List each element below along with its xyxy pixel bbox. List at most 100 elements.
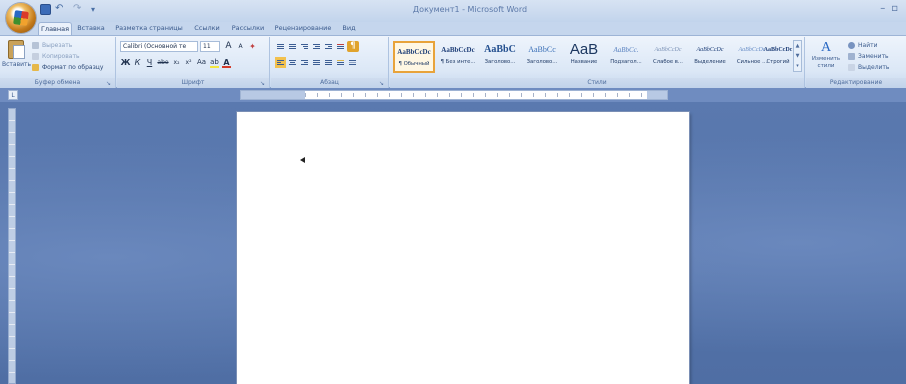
align-center-icon[interactable] bbox=[287, 57, 298, 68]
show-formatting-button[interactable]: ¶ bbox=[347, 41, 359, 52]
bullets-icon[interactable] bbox=[275, 41, 286, 52]
style-sample: AaB bbox=[569, 41, 599, 58]
editing-group-label: Редактирование bbox=[806, 78, 906, 88]
minimize-icon[interactable]: – bbox=[880, 3, 885, 14]
style-strong[interactable]: AaBbCcDc Строгий bbox=[759, 41, 797, 73]
style-subtitle[interactable]: AaBbCc. Подзагол... bbox=[605, 41, 647, 73]
find-button[interactable]: Найти bbox=[848, 40, 877, 50]
select-icon bbox=[848, 63, 855, 71]
customize-quick-access-icon[interactable]: ▾ bbox=[91, 4, 99, 15]
font-style-buttons: Ж К Ч abe x₂ x² Aa ab A bbox=[120, 57, 232, 68]
sort-icon[interactable] bbox=[335, 41, 346, 52]
editing-group: A Изменить стили Найти Заменить Выделить… bbox=[806, 37, 906, 88]
style-title[interactable]: AaB Название bbox=[563, 41, 605, 73]
highlight-color-swatch bbox=[210, 66, 219, 68]
format-painter-button[interactable]: Формат по образцу bbox=[32, 62, 103, 72]
shading-icon[interactable] bbox=[335, 57, 346, 68]
replace-icon bbox=[848, 52, 855, 60]
replace-label: Заменить bbox=[858, 52, 889, 60]
font-group: Calibri (Основной те 11 A A ✦ Ж К Ч abe … bbox=[117, 37, 270, 88]
justify-icon[interactable] bbox=[311, 57, 322, 68]
ruler-ticks bbox=[305, 93, 647, 97]
ribbon: Вставить Вырезать Копировать Формат по о… bbox=[0, 35, 906, 88]
borders-icon[interactable] bbox=[347, 57, 358, 68]
styles-scroll-up-icon[interactable]: ▲ bbox=[794, 41, 801, 51]
styles-more-icon[interactable]: ▾ bbox=[794, 61, 801, 71]
align-right-icon[interactable] bbox=[299, 57, 310, 68]
style-name: Заголово... bbox=[484, 59, 516, 65]
paragraph-list-buttons: ¶ bbox=[275, 41, 359, 52]
quick-access-toolbar: ↶ ↷ ▾ bbox=[40, 4, 99, 15]
horizontal-ruler[interactable] bbox=[240, 90, 668, 100]
tab-references[interactable]: Ссылки bbox=[192, 22, 222, 35]
italic-button[interactable]: К bbox=[132, 57, 143, 68]
copy-label: Копировать bbox=[42, 52, 80, 60]
style-name: Строгий bbox=[766, 59, 790, 65]
style-sample: AaBbCcDc bbox=[654, 47, 682, 53]
clear-format-icon[interactable]: ✦ bbox=[247, 41, 258, 52]
undo-icon[interactable]: ↶ bbox=[55, 4, 69, 15]
bold-button[interactable]: Ж bbox=[120, 57, 131, 68]
paste-button[interactable]: Вставить bbox=[2, 39, 31, 77]
style-heading-2[interactable]: AaBbCc Заголово... bbox=[521, 41, 563, 73]
replace-button[interactable]: Заменить bbox=[848, 51, 889, 61]
grow-font-button[interactable]: A bbox=[223, 41, 234, 52]
tab-review[interactable]: Рецензирование bbox=[272, 22, 334, 35]
multilevel-list-icon[interactable] bbox=[299, 41, 310, 52]
tab-home[interactable]: Главная bbox=[38, 22, 72, 35]
styles-scroll-down-icon[interactable]: ▼ bbox=[794, 51, 801, 61]
change-case-button[interactable]: Aa bbox=[195, 57, 208, 68]
font-color-button[interactable]: A bbox=[221, 57, 232, 68]
tab-insert[interactable]: Вставка bbox=[76, 22, 106, 35]
redo-icon[interactable]: ↷ bbox=[73, 4, 87, 15]
style-sample: AaBbCcDc bbox=[397, 48, 431, 56]
tab-page-layout[interactable]: Разметка страницы bbox=[114, 22, 184, 35]
select-label: Выделить bbox=[858, 63, 890, 71]
style-normal[interactable]: AaBbCcDc ¶ Обычный bbox=[393, 41, 435, 73]
superscript-button[interactable]: x² bbox=[183, 57, 194, 68]
change-styles-button[interactable]: A Изменить стили bbox=[808, 40, 844, 76]
binoculars-icon bbox=[848, 41, 855, 49]
save-icon[interactable] bbox=[40, 4, 51, 15]
align-left-icon[interactable] bbox=[275, 57, 286, 68]
highlight-button[interactable]: ab bbox=[209, 57, 220, 68]
tab-mailings[interactable]: Рассылки bbox=[230, 22, 266, 35]
style-name: Заголово... bbox=[526, 59, 558, 65]
subscript-button[interactable]: x₂ bbox=[171, 57, 182, 68]
paragraph-launcher-icon[interactable]: ↘ bbox=[379, 80, 386, 87]
style-sample: AaBbCcDc bbox=[696, 47, 724, 53]
style-name: ¶ Обычный bbox=[398, 61, 430, 67]
maximize-icon[interactable]: ▫ bbox=[891, 3, 898, 14]
style-no-spacing[interactable]: AaBbCcDc ¶ Без инте... bbox=[437, 41, 479, 73]
select-button[interactable]: Выделить bbox=[848, 62, 889, 72]
window-controls: – ▫ bbox=[880, 3, 898, 14]
vertical-ruler[interactable] bbox=[8, 108, 16, 384]
style-heading-1[interactable]: AaBbC Заголово... bbox=[479, 41, 521, 73]
copy-button[interactable]: Копировать bbox=[32, 51, 79, 61]
clipboard-launcher-icon[interactable]: ↘ bbox=[106, 80, 113, 87]
document-page[interactable] bbox=[237, 112, 689, 384]
paragraph-group-label: Абзац bbox=[271, 78, 388, 88]
styles-group: AaBbCcDc ¶ Обычный AaBbCcDc ¶ Без инте..… bbox=[390, 37, 805, 88]
cut-label: Вырезать bbox=[42, 41, 73, 49]
underline-button[interactable]: Ч bbox=[144, 57, 155, 68]
font-name-select[interactable]: Calibri (Основной те bbox=[120, 41, 198, 52]
decrease-indent-icon[interactable] bbox=[311, 41, 322, 52]
change-styles-label-1: Изменить bbox=[811, 56, 841, 62]
increase-indent-icon[interactable] bbox=[323, 41, 334, 52]
line-spacing-icon[interactable] bbox=[323, 57, 334, 68]
office-button[interactable] bbox=[6, 3, 36, 33]
tab-view[interactable]: Вид bbox=[340, 22, 358, 35]
numbering-icon[interactable] bbox=[287, 41, 298, 52]
style-emphasis[interactable]: AaBbCcDc Выделение bbox=[689, 41, 731, 73]
styles-gallery-scroll[interactable]: ▲ ▼ ▾ bbox=[793, 40, 802, 72]
font-launcher-icon[interactable]: ↘ bbox=[260, 80, 267, 87]
style-subtle-emphasis[interactable]: AaBbCcDc Слабое в... bbox=[647, 41, 689, 73]
clipboard-group: Вставить Вырезать Копировать Формат по о… bbox=[0, 37, 116, 88]
change-styles-icon: A bbox=[820, 40, 832, 55]
shrink-font-button[interactable]: A bbox=[235, 41, 246, 52]
tab-stop-selector-icon[interactable]: L bbox=[8, 90, 18, 100]
cut-button[interactable]: Вырезать bbox=[32, 40, 72, 50]
strikethrough-button[interactable]: abe bbox=[156, 57, 170, 68]
font-size-select[interactable]: 11 bbox=[200, 41, 220, 52]
